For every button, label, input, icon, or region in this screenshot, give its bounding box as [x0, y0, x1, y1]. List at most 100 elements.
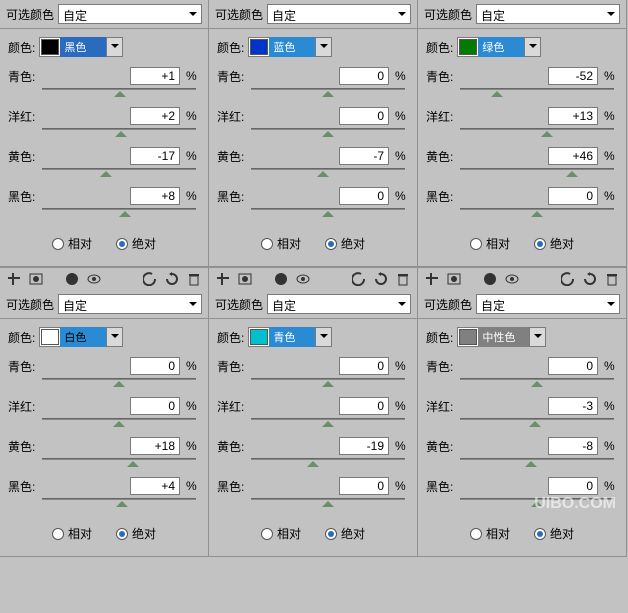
slider-value[interactable]: 0: [548, 187, 598, 205]
slider-value[interactable]: 0: [339, 67, 389, 85]
absolute-radio[interactable]: 绝对: [534, 525, 574, 542]
relative-radio[interactable]: 相对: [470, 525, 510, 542]
slider-track[interactable]: [460, 375, 614, 391]
adjust-icon[interactable]: [424, 271, 440, 287]
absolute-radio[interactable]: 绝对: [116, 525, 156, 542]
chevron-down-icon[interactable]: [315, 328, 331, 346]
preset-select[interactable]: 自定: [267, 294, 411, 314]
slider-value[interactable]: -17: [130, 147, 180, 165]
slider-value[interactable]: -7: [339, 147, 389, 165]
slider-value[interactable]: 0: [339, 397, 389, 415]
slider-track[interactable]: [460, 455, 614, 471]
reset-icon[interactable]: [373, 271, 389, 287]
relative-radio[interactable]: 相对: [261, 235, 301, 252]
slider-value[interactable]: +2: [130, 107, 180, 125]
relative-radio[interactable]: 相对: [470, 235, 510, 252]
chevron-down-icon[interactable]: [524, 38, 540, 56]
relative-radio[interactable]: 相对: [52, 525, 92, 542]
eye-icon[interactable]: [86, 271, 102, 287]
slider-value[interactable]: -52: [548, 67, 598, 85]
slider-value[interactable]: +18: [130, 437, 180, 455]
absolute-radio[interactable]: 绝对: [325, 235, 365, 252]
slider-value[interactable]: -19: [339, 437, 389, 455]
slider-value[interactable]: +13: [548, 107, 598, 125]
slider-track[interactable]: [251, 375, 405, 391]
slider-value[interactable]: -3: [548, 397, 598, 415]
adjust-icon[interactable]: [6, 271, 22, 287]
reset-icon[interactable]: [164, 271, 180, 287]
slider-value[interactable]: +4: [130, 477, 180, 495]
preset-select[interactable]: 自定: [58, 4, 202, 24]
adjust-icon[interactable]: [215, 271, 231, 287]
color-select[interactable]: 青色: [248, 327, 332, 347]
relative-radio[interactable]: 相对: [261, 525, 301, 542]
slider-value[interactable]: -8: [548, 437, 598, 455]
mask-icon[interactable]: [28, 271, 44, 287]
slider-value[interactable]: 0: [339, 107, 389, 125]
trash-icon[interactable]: [186, 271, 202, 287]
slider-label: 黄色:: [426, 148, 456, 165]
color-select[interactable]: 中性色: [457, 327, 546, 347]
slider-track[interactable]: [42, 205, 196, 221]
back-icon[interactable]: [64, 271, 80, 287]
slider-track[interactable]: [251, 125, 405, 141]
mask-icon[interactable]: [237, 271, 253, 287]
slider-track[interactable]: [42, 375, 196, 391]
slider-value[interactable]: +1: [130, 67, 180, 85]
color-select[interactable]: 黑色: [39, 37, 123, 57]
slider-track[interactable]: [251, 85, 405, 101]
slider-track[interactable]: [460, 415, 614, 431]
preset-select[interactable]: 自定: [267, 4, 411, 24]
reset-icon[interactable]: [582, 271, 598, 287]
preset-select[interactable]: 自定: [476, 294, 620, 314]
slider-value[interactable]: 0: [339, 187, 389, 205]
slider-value[interactable]: 0: [548, 357, 598, 375]
prev-icon[interactable]: [351, 271, 367, 287]
slider-value[interactable]: 0: [548, 477, 598, 495]
trash-icon[interactable]: [604, 271, 620, 287]
slider-track[interactable]: [42, 165, 196, 181]
absolute-radio[interactable]: 绝对: [325, 525, 365, 542]
trash-icon[interactable]: [395, 271, 411, 287]
chevron-down-icon[interactable]: [529, 328, 545, 346]
slider-track[interactable]: [251, 495, 405, 511]
slider-track[interactable]: [42, 415, 196, 431]
slider-track[interactable]: [251, 205, 405, 221]
slider-track[interactable]: [42, 85, 196, 101]
back-icon[interactable]: [273, 271, 289, 287]
chevron-down-icon[interactable]: [315, 38, 331, 56]
slider-value[interactable]: 0: [339, 477, 389, 495]
slider-track[interactable]: [460, 165, 614, 181]
eye-icon[interactable]: [504, 271, 520, 287]
prev-icon[interactable]: [560, 271, 576, 287]
slider-value[interactable]: +46: [548, 147, 598, 165]
chevron-down-icon[interactable]: [106, 328, 122, 346]
mask-icon[interactable]: [446, 271, 462, 287]
color-select[interactable]: 白色: [39, 327, 123, 347]
slider-track[interactable]: [42, 495, 196, 511]
absolute-radio[interactable]: 绝对: [116, 235, 156, 252]
slider-value[interactable]: 0: [130, 357, 180, 375]
absolute-radio[interactable]: 绝对: [534, 235, 574, 252]
slider-track[interactable]: [251, 415, 405, 431]
preset-select[interactable]: 自定: [476, 4, 620, 24]
eye-icon[interactable]: [295, 271, 311, 287]
slider-value[interactable]: 0: [339, 357, 389, 375]
preset-select[interactable]: 自定: [58, 294, 202, 314]
slider-track[interactable]: [460, 125, 614, 141]
slider-track[interactable]: [251, 165, 405, 181]
slider-track[interactable]: [460, 85, 614, 101]
slider-value[interactable]: +8: [130, 187, 180, 205]
color-select[interactable]: 蓝色: [248, 37, 332, 57]
slider-value[interactable]: 0: [130, 397, 180, 415]
relative-radio[interactable]: 相对: [52, 235, 92, 252]
prev-icon[interactable]: [142, 271, 158, 287]
panel-toolbar: [418, 267, 626, 290]
slider-track[interactable]: [460, 205, 614, 221]
color-select[interactable]: 绿色: [457, 37, 541, 57]
slider-track[interactable]: [42, 125, 196, 141]
chevron-down-icon[interactable]: [106, 38, 122, 56]
slider-track[interactable]: [251, 455, 405, 471]
slider-track[interactable]: [42, 455, 196, 471]
back-icon[interactable]: [482, 271, 498, 287]
